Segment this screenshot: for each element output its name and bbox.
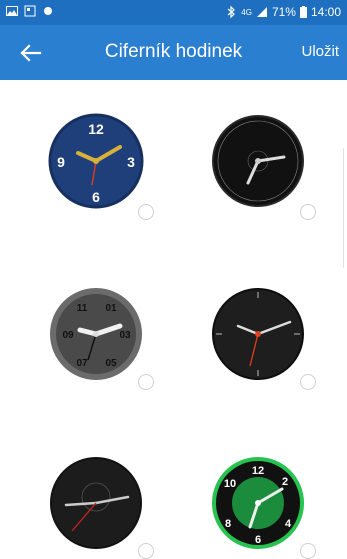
watch-face-green-bezel-dial: 12 2 4 6 8 10 <box>212 457 304 549</box>
page-title: Ciferník hodinek <box>104 41 243 62</box>
numeral-4: 4 <box>285 518 292 530</box>
save-button[interactable]: Uložit <box>301 43 339 60</box>
numeral-07: 07 <box>76 358 88 369</box>
status-right: 4G 71% 14:00 <box>225 5 341 19</box>
numeral-9: 9 <box>57 154 65 170</box>
numeral-2: 2 <box>282 476 288 488</box>
watch-face-gray-numbered[interactable]: 11 01 09 03 07 05 <box>48 286 144 382</box>
numeral-03: 03 <box>119 330 131 341</box>
bluetooth-icon <box>227 6 236 18</box>
watch-face-gray-numbered-dial: 11 01 09 03 07 05 <box>50 288 142 380</box>
watch-face-dark-sub-dial <box>50 457 142 549</box>
watch-face-black-silver[interactable] <box>210 113 306 209</box>
numeral-6b: 6 <box>255 534 261 546</box>
network-label: 4G <box>241 7 252 17</box>
numeral-09: 09 <box>62 330 74 341</box>
watch-face-green-bezel[interactable]: 12 2 4 6 8 10 <box>210 455 306 551</box>
numeral-8: 8 <box>225 518 231 530</box>
select-radio-2[interactable] <box>300 204 316 220</box>
sync-icon <box>24 5 36 17</box>
select-radio-4[interactable] <box>300 374 316 390</box>
watch-face-navy-sport-dial: 12 3 6 9 <box>48 113 144 209</box>
app-bar: Ciferník hodinek Uložit <box>0 25 347 80</box>
numeral-01: 01 <box>105 303 117 314</box>
watch-face-navy-sport[interactable]: 12 3 6 9 <box>48 113 144 209</box>
scrollbar[interactable] <box>343 148 347 268</box>
numeral-11: 11 <box>77 303 88 314</box>
numeral-05: 05 <box>105 358 117 369</box>
numeral-12: 12 <box>88 121 104 137</box>
select-radio-3[interactable] <box>138 374 154 390</box>
clock-time: 14:00 <box>310 5 341 19</box>
watch-face-black-minimal[interactable] <box>210 286 306 382</box>
notification-icons <box>6 5 54 17</box>
watch-face-black-silver-dial <box>212 115 304 207</box>
watch-face-black-minimal-dial <box>212 288 304 380</box>
status-bar: 4G 71% 14:00 <box>0 0 347 25</box>
battery-percent: 71% <box>271 5 296 19</box>
bug-icon <box>44 7 52 15</box>
signal-icon <box>256 7 267 17</box>
numeral-12b: 12 <box>252 465 264 477</box>
numeral-6: 6 <box>92 189 100 205</box>
gallery-icon <box>6 6 18 16</box>
watch-face-dark-sub[interactable] <box>48 455 144 551</box>
numeral-3: 3 <box>127 154 135 170</box>
select-radio-1[interactable] <box>138 204 154 220</box>
numeral-10: 10 <box>224 478 236 490</box>
battery-icon <box>299 6 307 18</box>
